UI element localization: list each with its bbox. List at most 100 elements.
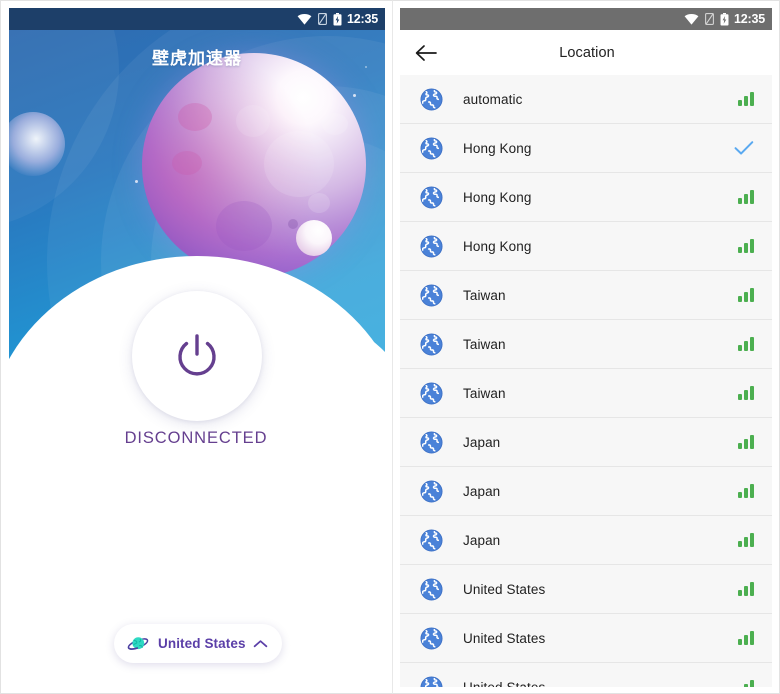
location-row[interactable]: Hong Kong (400, 173, 772, 222)
right-status-bar: 12:35 (400, 8, 772, 30)
location-row[interactable]: Taiwan (400, 320, 772, 369)
status-bar-time: 12:35 (347, 12, 378, 26)
power-button[interactable] (132, 291, 262, 421)
signal-bars-icon (738, 435, 754, 449)
planet-crater (236, 105, 270, 137)
location-name: Hong Kong (463, 140, 532, 156)
planet-crater (216, 201, 272, 251)
signal-bars-icon (738, 190, 754, 204)
planet-crater (288, 219, 298, 229)
location-row[interactable]: Japan (400, 516, 772, 565)
location-name: United States (463, 581, 546, 597)
location-name: United States (463, 679, 546, 688)
location-name: Hong Kong (463, 238, 532, 254)
planet-crater (322, 113, 348, 135)
location-row[interactable]: United States (400, 614, 772, 663)
location-list-panel: 12:35 Location automatic Hong Kong Hong Ko… (392, 0, 780, 694)
globe-icon (420, 283, 443, 307)
moon-illustration (296, 220, 332, 256)
signal-bars-icon (738, 680, 754, 687)
wifi-icon (297, 13, 312, 25)
globe-icon (420, 577, 443, 601)
app-title: 壁虎加速器 (152, 49, 242, 68)
vpn-home-inner: 壁虎加速器 12:35 DISCONNECTED United States (1, 1, 391, 693)
current-location-label: United States (158, 636, 246, 651)
signal-bars-icon (738, 533, 754, 547)
location-name: Taiwan (463, 336, 506, 352)
location-appbar: Location (400, 30, 772, 75)
signal-bars-icon (738, 288, 754, 302)
location-row-trailing[interactable] (734, 288, 754, 302)
signal-bars-icon (738, 92, 754, 106)
location-name: Japan (463, 434, 501, 450)
location-row[interactable]: Hong Kong (400, 222, 772, 271)
globe-icon (420, 136, 443, 160)
wifi-icon (684, 13, 699, 25)
location-row[interactable]: automatic (400, 75, 772, 124)
location-name: Taiwan (463, 287, 506, 303)
battery-charging-icon (720, 12, 729, 25)
globe-icon (420, 185, 443, 209)
signal-bars-icon (738, 386, 754, 400)
location-row-trailing[interactable] (734, 386, 754, 400)
location-list[interactable]: automatic Hong Kong Hong Kong Hong Kong Taiw… (400, 75, 772, 687)
location-row-trailing[interactable] (734, 190, 754, 204)
sim-signal-icon (318, 13, 327, 25)
vpn-home-panel: 壁虎加速器 12:35 DISCONNECTED United States (0, 0, 392, 694)
location-row[interactable]: United States (400, 565, 772, 614)
globe-icon (420, 234, 443, 258)
chevron-up-icon (253, 639, 268, 647)
location-name: Hong Kong (463, 189, 532, 205)
signal-bars-icon (738, 239, 754, 253)
back-button[interactable] (404, 31, 448, 75)
signal-bars-icon (738, 631, 754, 645)
signal-bars-icon (738, 337, 754, 351)
signal-bars-icon (738, 582, 754, 596)
left-status-bar: 12:35 (9, 8, 385, 30)
signal-bars-icon (738, 484, 754, 498)
location-row[interactable]: United States (400, 663, 772, 687)
globe-icon (420, 381, 443, 405)
battery-charging-icon (333, 12, 342, 25)
power-button-wrap (132, 291, 262, 421)
check-icon (734, 141, 754, 155)
location-row-trailing[interactable] (734, 582, 754, 596)
location-row-trailing[interactable] (734, 239, 754, 253)
current-location-button[interactable]: United States (114, 624, 282, 663)
location-row-trailing[interactable] (734, 484, 754, 498)
location-row-trailing[interactable] (734, 92, 754, 106)
sim-signal-icon (705, 13, 714, 25)
location-name: automatic (463, 91, 523, 107)
planet-icon (127, 636, 149, 650)
location-name: Taiwan (463, 385, 506, 401)
planet-crater (308, 193, 330, 213)
page-title: Location (559, 44, 615, 61)
location-row[interactable]: Japan (400, 418, 772, 467)
location-row[interactable]: Japan (400, 467, 772, 516)
status-bar-time: 12:35 (734, 12, 765, 26)
location-row-trailing[interactable] (734, 533, 754, 547)
star-dot (135, 180, 138, 183)
location-row-trailing[interactable] (734, 680, 754, 687)
location-row-trailing[interactable] (734, 140, 754, 156)
planet-crater (172, 151, 202, 175)
location-name: United States (463, 630, 546, 646)
location-row-trailing[interactable] (734, 337, 754, 351)
planet-crater (178, 103, 212, 131)
globe-icon (420, 479, 443, 503)
back-arrow-icon (415, 44, 437, 61)
app-screenshot: 壁虎加速器 12:35 DISCONNECTED United States 1… (0, 0, 780, 694)
status-bar-icons (684, 12, 729, 26)
globe-icon (420, 626, 443, 650)
globe-icon (420, 528, 443, 552)
location-row[interactable]: Taiwan (400, 369, 772, 418)
globe-icon (420, 87, 443, 111)
planet-crater (264, 131, 334, 197)
globe-icon (420, 332, 443, 356)
location-row-trailing[interactable] (734, 631, 754, 645)
location-row-trailing[interactable] (734, 435, 754, 449)
location-row[interactable]: Taiwan (400, 271, 772, 320)
globe-icon (420, 675, 443, 687)
location-row[interactable]: Hong Kong (400, 124, 772, 173)
connection-status-label: DISCONNECTED (124, 429, 268, 447)
